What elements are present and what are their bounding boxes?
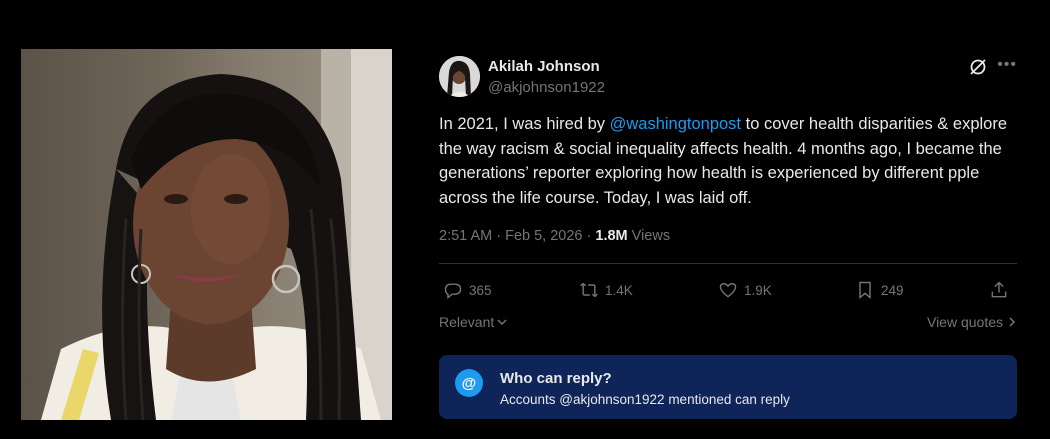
grok-icon[interactable]	[969, 58, 987, 76]
reply-icon	[444, 283, 462, 299]
author-handle[interactable]: @akjohnson1922	[488, 79, 605, 96]
reply-count: 365	[469, 282, 492, 298]
reply-restriction-title: Who can reply?	[500, 370, 612, 387]
repost-icon	[580, 282, 598, 298]
at-icon: @	[455, 369, 483, 397]
divider	[439, 263, 1017, 264]
views-label: Views	[627, 228, 671, 244]
more-options-icon[interactable]: •••	[997, 56, 1017, 74]
action-bar: 365 1.4K 1.9K 249	[439, 280, 1017, 302]
timestamp[interactable]: 2:51 AM · Feb 5, 2026 ·	[439, 228, 595, 244]
tweet-text: In 2021, I was hired by @washingtonpost …	[439, 112, 1024, 210]
repost-button[interactable]: 1.4K	[579, 280, 633, 300]
view-quotes-link[interactable]: View quotes	[927, 314, 1017, 330]
bookmark-icon	[859, 281, 871, 300]
chevron-down-icon	[497, 319, 507, 326]
reply-restriction-banner: @ Who can reply? Accounts @akjohnson1922…	[439, 355, 1017, 419]
bookmark-button[interactable]: 249	[855, 280, 904, 300]
heart-icon	[719, 283, 737, 298]
tweet-card: Akilah Johnson @akjohnson1922 ••• In 202…	[439, 54, 1017, 419]
reply-button[interactable]: 365	[443, 280, 492, 300]
chevron-right-icon	[1009, 317, 1016, 327]
views-count: 1.8M	[595, 228, 628, 244]
mention-link[interactable]: @washingtonpost	[610, 115, 741, 133]
profile-photo	[21, 49, 392, 420]
view-quotes-label: View quotes	[926, 314, 1003, 330]
like-button[interactable]: 1.9K	[718, 280, 772, 300]
sort-label: Relevant	[439, 314, 495, 330]
tweet-meta: 2:51 AM · Feb 5, 2026 · 1.8M Views	[439, 228, 670, 244]
tweet-header: Akilah Johnson @akjohnson1922 •••	[439, 54, 1017, 98]
avatar[interactable]	[439, 56, 480, 97]
share-icon	[991, 281, 1007, 298]
repost-count: 1.4K	[605, 282, 633, 298]
bookmark-count: 249	[881, 282, 904, 298]
sort-dropdown[interactable]: Relevant	[439, 314, 508, 330]
tweet-text-part: In 2021, I was hired by	[439, 115, 610, 133]
reply-restriction-subtitle: Accounts @akjohnson1922 mentioned can re…	[500, 392, 790, 407]
share-button[interactable]	[989, 280, 1009, 300]
like-count: 1.9K	[744, 282, 772, 298]
author-name[interactable]: Akilah Johnson	[488, 58, 600, 75]
